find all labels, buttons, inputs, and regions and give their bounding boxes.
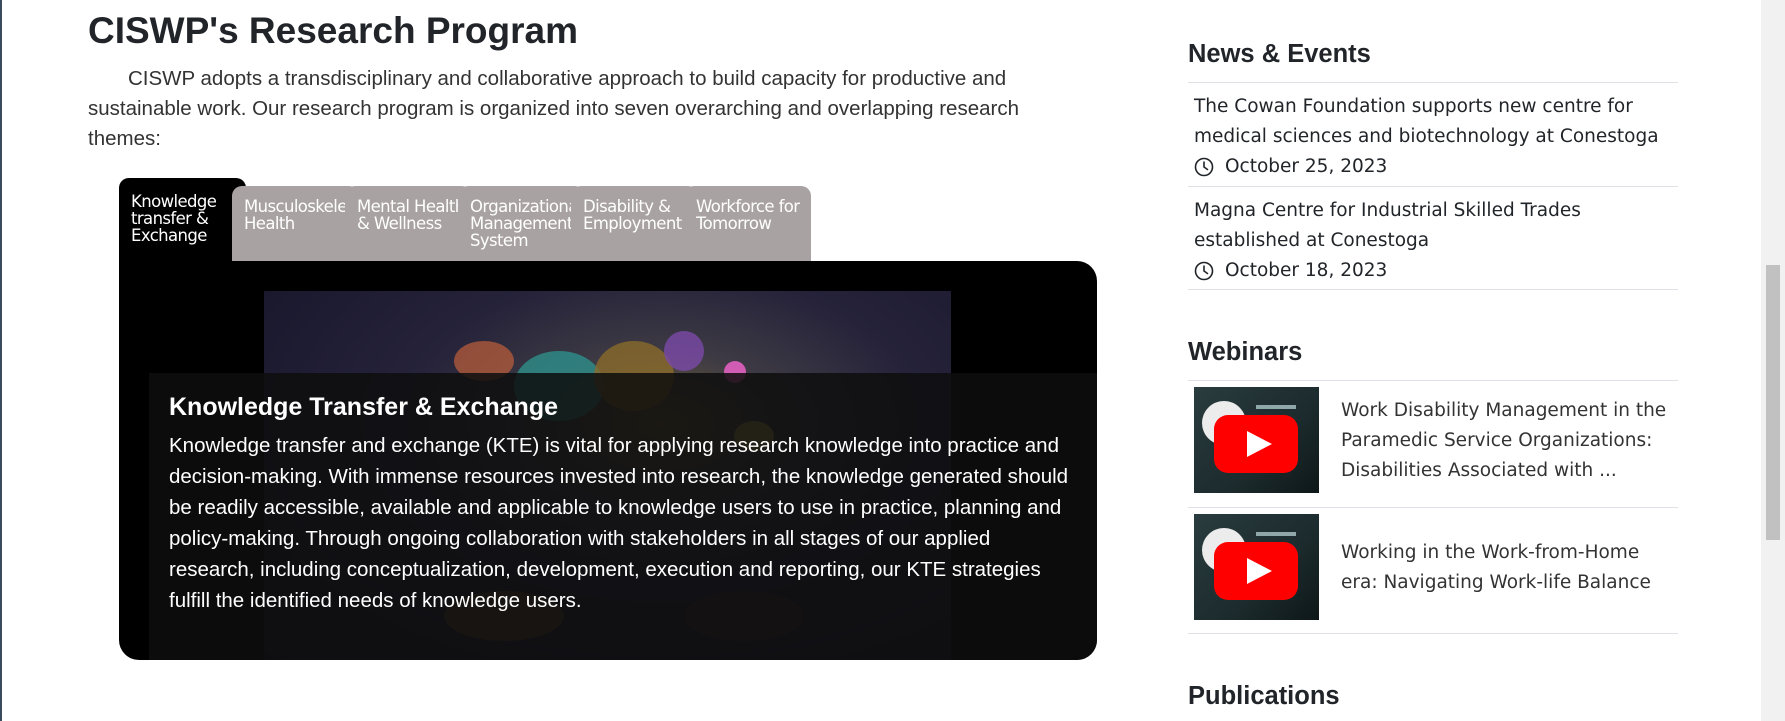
theme-heading: Knowledge Transfer & Exchange (169, 393, 558, 421)
news-date: October 18, 2023 (1194, 256, 1672, 286)
divider (1188, 633, 1678, 634)
news-events-heading: News & Events (1188, 40, 1371, 68)
webinars-heading: Webinars (1188, 338, 1303, 366)
webinar-thumbnail[interactable] (1194, 387, 1319, 493)
clock-icon (1194, 157, 1214, 177)
window-edge (0, 0, 2, 721)
news-link[interactable]: The Cowan Foundation supports new centre… (1194, 96, 1659, 147)
tab-musculoskeletal-health[interactable]: Musculoskeleta Health (232, 186, 359, 262)
news-item: Magna Centre for Industrial Skilled Trad… (1188, 186, 1678, 290)
news-link[interactable]: Magna Centre for Industrial Skilled Trad… (1194, 200, 1581, 251)
tab-organizational-management[interactable]: Organizational Management System (458, 186, 585, 262)
youtube-play-icon[interactable] (1214, 542, 1298, 600)
tab-knowledge-transfer[interactable]: Knowledge transfer & Exchange (119, 178, 246, 262)
news-date-text: October 25, 2023 (1225, 156, 1388, 177)
divider (1188, 289, 1678, 290)
tab-mental-health[interactable]: Mental Health & Wellness (345, 186, 472, 262)
tab-workforce-tomorrow[interactable]: Workforce for Tomorrow (684, 186, 811, 262)
clock-icon (1194, 261, 1214, 281)
theme-description: Knowledge transfer and exchange (KTE) is… (169, 434, 1069, 612)
news-item: The Cowan Foundation supports new centre… (1188, 82, 1678, 186)
webinar-link[interactable]: Working in the Work-from-Home era: Navig… (1341, 538, 1671, 598)
publications-heading: Publications (1188, 682, 1340, 710)
scrollbar[interactable] (1761, 0, 1785, 721)
webinar-item: Work Disability Management in the Parame… (1188, 380, 1678, 506)
news-date: October 25, 2023 (1194, 152, 1672, 182)
youtube-play-icon[interactable] (1214, 415, 1298, 473)
scrollbar-thumb[interactable] (1766, 265, 1780, 540)
news-date-text: October 18, 2023 (1225, 260, 1388, 281)
webinar-link[interactable]: Work Disability Management in the Parame… (1341, 396, 1671, 486)
theme-description-overlay: Knowledge Transfer & Exchange Knowledge … (149, 373, 1097, 660)
tab-disability-employment[interactable]: Disability & Employment (571, 186, 698, 262)
page-title: CISWP's Research Program (88, 10, 578, 51)
tab-content-panel: Knowledge Transfer & Exchange Knowledge … (119, 261, 1097, 660)
webinar-thumbnail[interactable] (1194, 514, 1319, 620)
webinar-item: Working in the Work-from-Home era: Navig… (1188, 507, 1678, 633)
intro-paragraph: CISWP adopts a transdisciplinary and col… (88, 67, 1019, 150)
